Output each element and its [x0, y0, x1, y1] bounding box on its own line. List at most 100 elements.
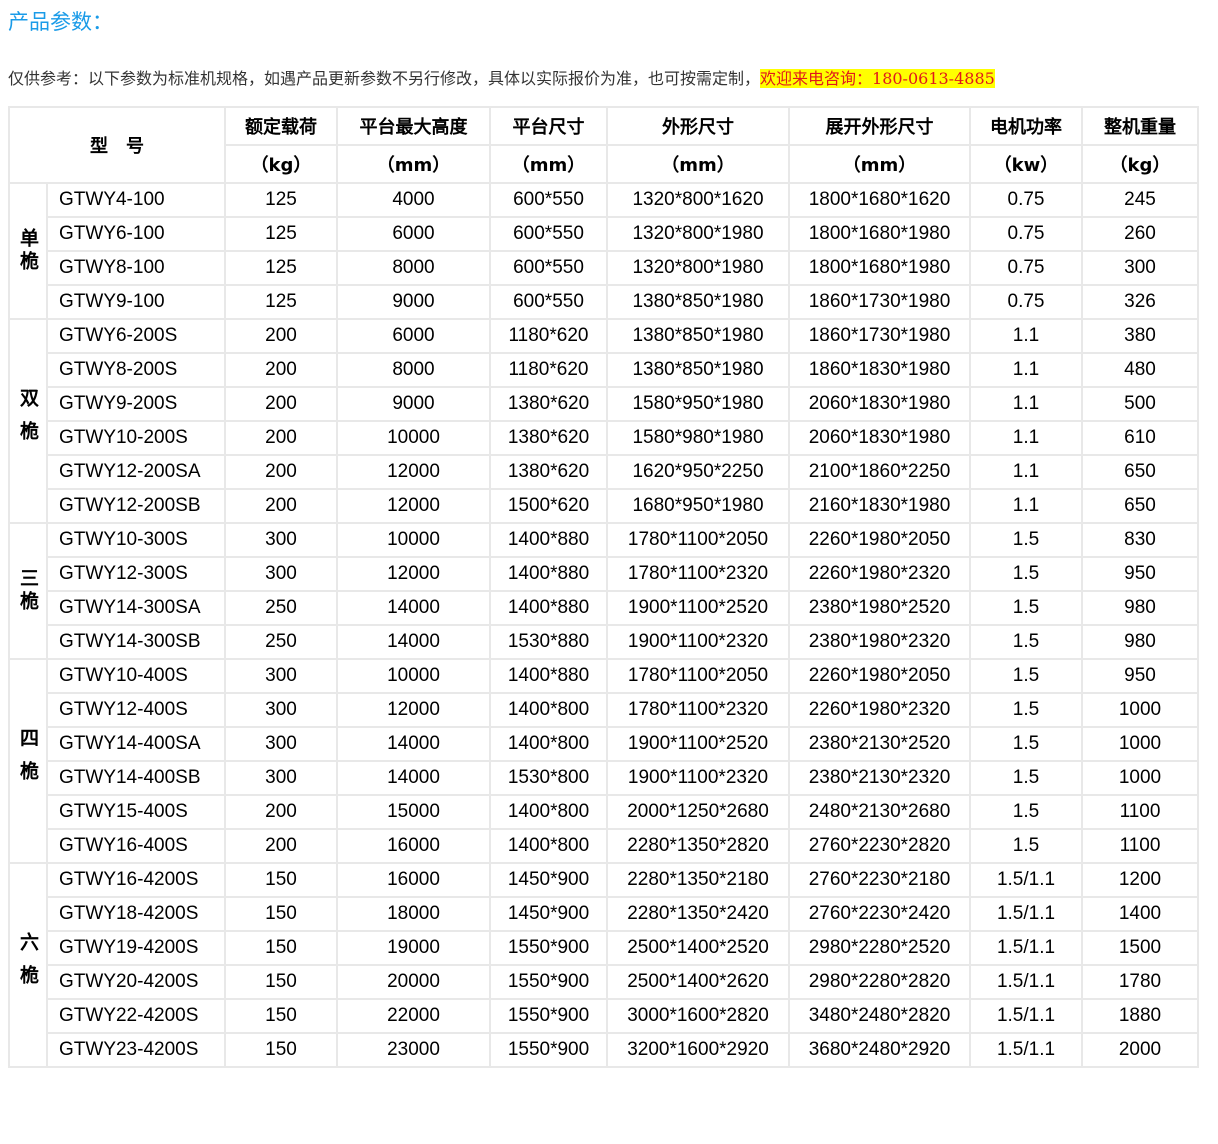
height-cell: 9000 — [336, 386, 491, 422]
height-cell: 12000 — [336, 556, 491, 592]
expanded-dimension-cell: 2060*1830*1980 — [788, 386, 971, 422]
height-cell: 8000 — [336, 250, 491, 286]
platform-size-cell: 1400*800 — [489, 692, 608, 728]
weight-cell: 326 — [1081, 284, 1199, 320]
motor-power-cell: 1.5 — [969, 522, 1083, 558]
unit-cell: （kw） — [969, 144, 1083, 184]
table-row: GTWY12-200SB 200 12000 1500*620 1680*950*198… — [9, 488, 1199, 524]
header-cell: 外形尺寸 — [606, 106, 790, 146]
dimension-cell: 1900*1100*2520 — [606, 590, 790, 626]
table-row: GTWY16-400S 200 16000 1400*800 2280*1350*282… — [9, 828, 1199, 864]
load-cell: 300 — [224, 692, 338, 728]
model-cell: GTWY12-200SA — [46, 454, 226, 490]
unit-cell: （mm） — [489, 144, 608, 184]
model-cell: GTWY9-100 — [46, 284, 226, 320]
weight-cell: 650 — [1081, 488, 1199, 524]
dimension-cell: 1320*800*1620 — [606, 182, 790, 218]
dimension-cell: 2280*1350*2420 — [606, 896, 790, 932]
height-cell: 6000 — [336, 216, 491, 252]
unit-cell: （kg） — [224, 144, 338, 184]
model-cell: GTWY12-300S — [46, 556, 226, 592]
motor-power-cell: 1.5/1.1 — [969, 862, 1083, 898]
model-cell: GTWY6-200S — [46, 318, 226, 354]
expanded-dimension-cell: 2380*2130*2320 — [788, 760, 971, 796]
load-cell: 200 — [224, 488, 338, 524]
load-cell: 200 — [224, 386, 338, 422]
dimension-cell: 2500*1400*2620 — [606, 964, 790, 1000]
platform-size-cell: 1400*880 — [489, 522, 608, 558]
table-row: GTWY20-4200S 150 20000 1550*900 2500*1400*26… — [9, 964, 1199, 1000]
platform-size-cell: 1380*620 — [489, 420, 608, 456]
dimension-cell: 1680*950*1980 — [606, 488, 790, 524]
height-cell: 20000 — [336, 964, 491, 1000]
motor-power-cell: 0.75 — [969, 216, 1083, 252]
motor-power-cell: 1.1 — [969, 488, 1083, 524]
platform-size-cell: 1530*880 — [489, 624, 608, 660]
header-cell: 展开外形尺寸 — [788, 106, 971, 146]
weight-cell: 1000 — [1081, 760, 1199, 796]
weight-cell: 950 — [1081, 556, 1199, 592]
table-row: GTWY23-4200S 150 23000 1550*900 3200*1600*29… — [9, 1032, 1199, 1068]
model-cell: GTWY20-4200S — [46, 964, 226, 1000]
weight-cell: 980 — [1081, 624, 1199, 660]
table-row: 六桅 GTWY16-4200S 150 16000 1450*900 2280*1350*… — [8, 862, 1199, 1068]
height-cell: 14000 — [336, 590, 491, 626]
model-cell: GTWY6-100 — [46, 216, 226, 252]
weight-cell: 650 — [1081, 454, 1199, 490]
model-cell: GTWY16-400S — [46, 828, 226, 864]
expanded-dimension-cell: 2980*2280*2520 — [788, 930, 971, 966]
expanded-dimension-cell: 1860*1730*1980 — [788, 318, 971, 354]
motor-power-cell: 1.5/1.1 — [969, 896, 1083, 932]
load-cell: 300 — [224, 556, 338, 592]
motor-power-cell: 0.75 — [969, 250, 1083, 286]
weight-cell: 1880 — [1081, 998, 1199, 1034]
platform-size-cell: 1550*900 — [489, 964, 608, 1000]
table-row: GTWY14-400SA 300 14000 1400*800 1900*1100*25… — [9, 726, 1199, 762]
motor-power-cell: 1.5/1.1 — [969, 930, 1083, 966]
model-cell: GTWY14-300SA — [46, 590, 226, 626]
motor-power-cell: 1.5 — [969, 794, 1083, 830]
platform-size-cell: 1400*880 — [489, 556, 608, 592]
dimension-cell: 1900*1100*2520 — [606, 726, 790, 762]
expanded-dimension-cell: 2760*2230*2820 — [788, 828, 971, 864]
model-cell: GTWY10-200S — [46, 420, 226, 456]
height-cell: 22000 — [336, 998, 491, 1034]
dimension-cell: 1380*850*1980 — [606, 284, 790, 320]
height-cell: 18000 — [336, 896, 491, 932]
motor-power-cell: 1.5/1.1 — [969, 964, 1083, 1000]
load-cell: 150 — [224, 964, 338, 1000]
platform-size-cell: 1380*620 — [489, 454, 608, 490]
expanded-dimension-cell: 2260*1980*2050 — [788, 522, 971, 558]
unit-cell: （mm） — [336, 144, 491, 184]
expanded-dimension-cell: 2480*2130*2680 — [788, 794, 971, 830]
height-cell: 4000 — [336, 182, 491, 218]
mast-group-label: 四桅 — [8, 658, 48, 864]
table-row: GTWY8-100 125 8000 600*550 1320*800*1980 1800… — [9, 250, 1199, 286]
motor-power-cell: 1.5 — [969, 556, 1083, 592]
model-cell: GTWY15-400S — [46, 794, 226, 830]
note-text: 仅供参考：以下参数为标准机规格，如遇产品更新参数不另行修改，具体以实际报价为准，… — [8, 69, 761, 88]
load-cell: 200 — [224, 420, 338, 456]
header-cell: 整机重量 — [1081, 106, 1199, 146]
expanded-dimension-cell: 2380*1980*2520 — [788, 590, 971, 626]
motor-power-cell: 1.5 — [969, 624, 1083, 660]
expanded-dimension-cell: 1800*1680*1620 — [788, 182, 971, 218]
motor-power-cell: 1.5 — [969, 828, 1083, 864]
height-cell: 15000 — [336, 794, 491, 830]
unit-cell: （mm） — [788, 144, 971, 184]
model-cell: GTWY19-4200S — [46, 930, 226, 966]
platform-size-cell: 1550*900 — [489, 930, 608, 966]
expanded-dimension-cell: 2100*1860*2250 — [788, 454, 971, 490]
model-cell: GTWY9-200S — [46, 386, 226, 422]
dimension-cell: 3000*1600*2820 — [606, 998, 790, 1034]
expanded-dimension-cell: 1800*1680*1980 — [788, 216, 971, 252]
model-cell: GTWY10-300S — [46, 522, 226, 558]
unit-cell: （kg） — [1081, 144, 1199, 184]
weight-cell: 980 — [1081, 590, 1199, 626]
dimension-cell: 1900*1100*2320 — [606, 760, 790, 796]
motor-power-cell: 1.1 — [969, 420, 1083, 456]
height-cell: 14000 — [336, 726, 491, 762]
platform-size-cell: 1180*620 — [489, 352, 608, 388]
header-cell: 额定载荷 — [224, 106, 338, 146]
unit-cell: （mm） — [606, 144, 790, 184]
